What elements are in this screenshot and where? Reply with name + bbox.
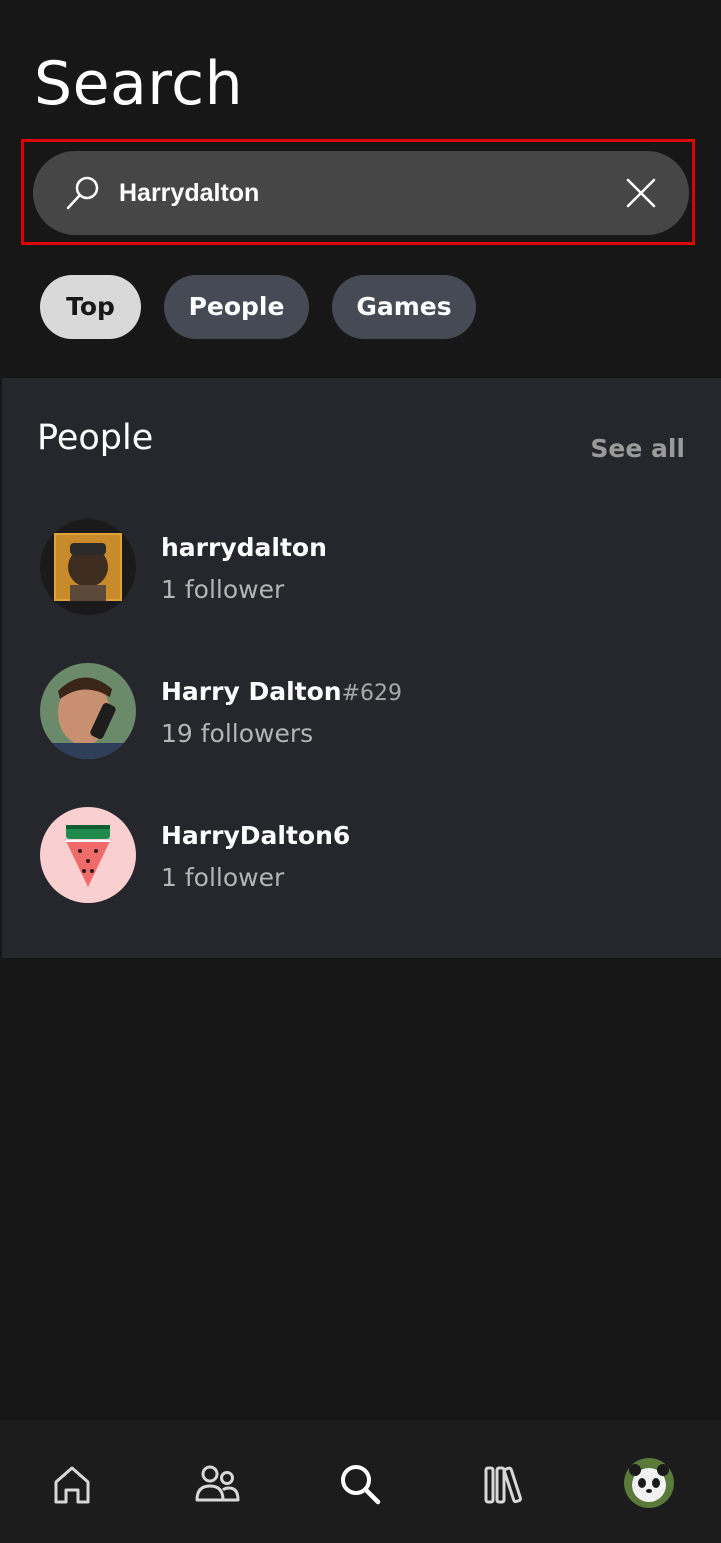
search-input[interactable]: Harrydalton (119, 151, 259, 235)
search-icon[interactable] (336, 1460, 384, 1508)
person-row[interactable]: harrydalton 1 follower (2, 519, 721, 637)
library-icon[interactable] (480, 1460, 528, 1508)
home-icon[interactable] (48, 1460, 96, 1508)
filter-top[interactable]: Top (40, 275, 141, 339)
see-all-button[interactable]: See all (590, 434, 685, 463)
search-bar[interactable]: Harrydalton (33, 151, 689, 235)
follower-count: 1 follower (161, 575, 285, 604)
profile-avatar[interactable] (624, 1458, 674, 1508)
social-icon[interactable] (193, 1460, 241, 1508)
person-name: HarryDalton6 (161, 821, 351, 850)
search-icon (66, 176, 99, 210)
people-results-section: People See all harrydalton 1 follower Ha… (2, 378, 721, 958)
person-name: Harry Dalton#629 (161, 677, 403, 706)
person-name: harrydalton (161, 533, 327, 562)
person-row[interactable]: Harry Dalton#629 19 followers (2, 663, 721, 781)
filter-games[interactable]: Games (332, 275, 476, 339)
person-row[interactable]: HarryDalton6 1 follower (2, 807, 721, 925)
page-title: Search (34, 49, 244, 119)
follower-count: 1 follower (161, 863, 285, 892)
avatar (40, 519, 136, 615)
section-title: People (37, 418, 154, 458)
filter-people[interactable]: People (164, 275, 309, 339)
follower-count: 19 followers (161, 719, 314, 748)
clear-search-icon[interactable] (623, 175, 659, 211)
avatar (40, 807, 136, 903)
bottom-nav (0, 1420, 721, 1543)
avatar (40, 663, 136, 759)
